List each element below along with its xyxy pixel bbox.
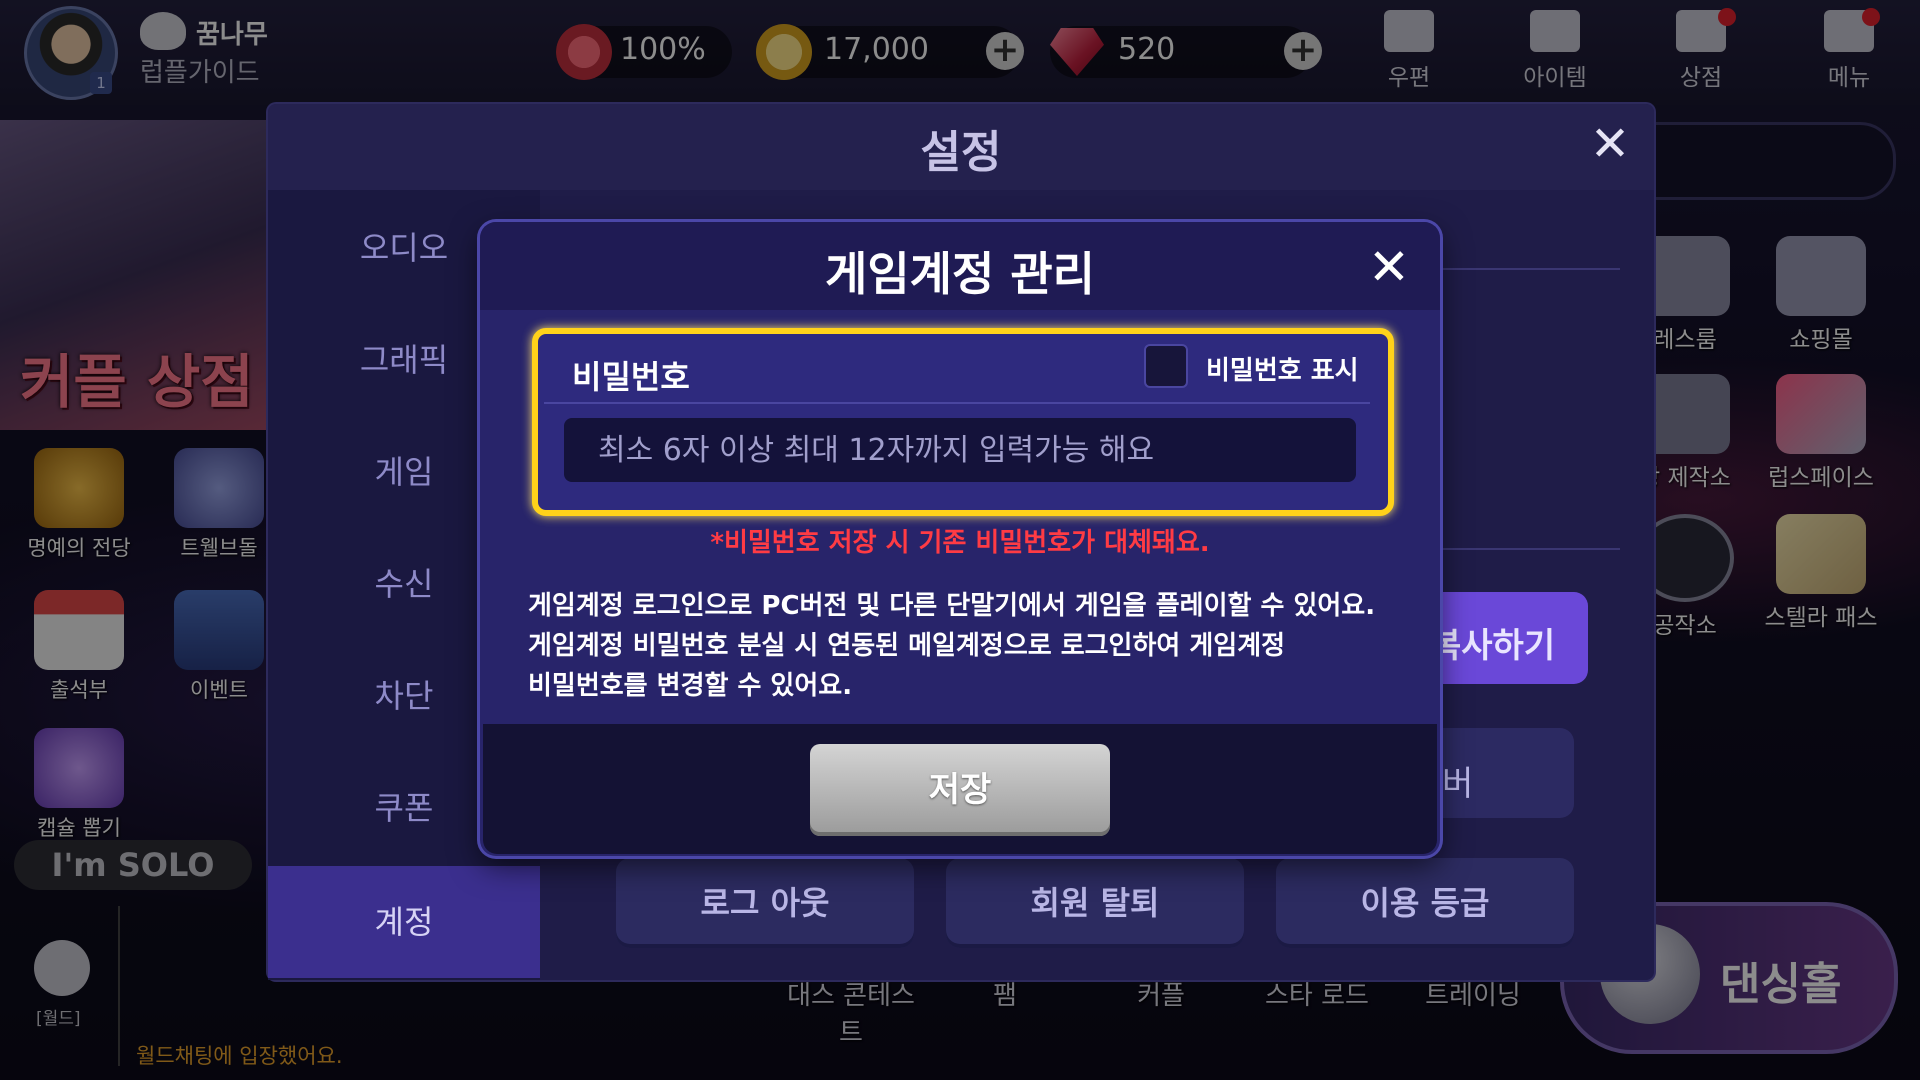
description-line: 게임계정 로그인으로 PC버전 및 다른 단말기에서 게임을 플레이할 수 있어… xyxy=(528,591,1376,621)
rating-button[interactable]: 이용 등급 xyxy=(1276,858,1574,948)
settings-close-icon[interactable]: ✕ xyxy=(1588,120,1632,168)
settings-title: 설정 xyxy=(920,127,1002,178)
description-line: 비밀번호를 변경할 수 있어요. xyxy=(528,671,853,701)
divider xyxy=(1440,548,1620,550)
divider xyxy=(1440,268,1620,270)
password-warning: *비밀번호 저장 시 기존 비밀번호가 대체돼요. xyxy=(710,528,1210,558)
dialog-close-icon[interactable]: ✕ xyxy=(1364,242,1414,292)
password-label: 비밀번호 xyxy=(572,358,690,396)
save-button[interactable]: 저장 xyxy=(810,744,1110,836)
change-button-label: 버 xyxy=(1442,764,1474,804)
description-line: 게임계정 비밀번호 분실 시 연동된 메일계정으로 로그인하여 게임계정 xyxy=(528,631,1286,661)
password-input[interactable] xyxy=(564,418,1356,482)
logout-button[interactable]: 로그 아웃 xyxy=(616,858,914,948)
dialog-title: 게임계정 관리 xyxy=(825,247,1095,301)
divider xyxy=(544,402,1370,404)
dialog-description: 게임계정 로그인으로 PC버전 및 다른 단말기에서 게임을 플레이할 수 있어… xyxy=(528,586,1408,706)
show-password-checkbox[interactable] xyxy=(1144,344,1188,388)
withdraw-button[interactable]: 회원 탈퇴 xyxy=(946,858,1244,948)
copy-button-label: 복사하기 xyxy=(1430,626,1556,666)
tab-account[interactable]: 계정 xyxy=(268,866,540,978)
show-password-label[interactable]: 비밀번호 표시 xyxy=(1206,350,1359,387)
